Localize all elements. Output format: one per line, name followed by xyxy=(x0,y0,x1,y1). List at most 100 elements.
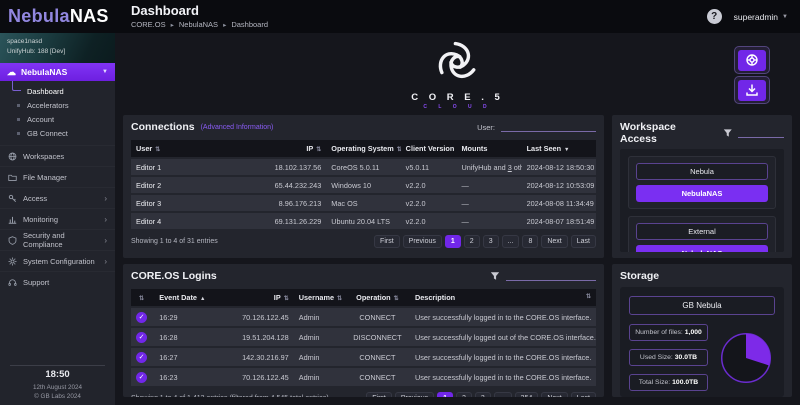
success-check-icon: ✓ xyxy=(136,311,147,323)
sort-icon[interactable]: ⇅ xyxy=(586,293,591,300)
workspace-filter-input[interactable] xyxy=(738,128,784,138)
column-operating-system[interactable]: Operating System ⇅ xyxy=(326,140,401,157)
folder-icon xyxy=(8,174,17,181)
sidebar-submenu: Dashboard Accelerators Account GB Connec… xyxy=(0,81,115,145)
sort-icon[interactable]: ⇅ xyxy=(155,147,160,153)
page-ellipsis: ... xyxy=(501,235,520,248)
workspace-access-panel: Workspace Access Nebula NebulaNAS Extern… xyxy=(612,115,792,258)
workspace-button[interactable]: Nebula xyxy=(636,163,768,180)
page-number-button[interactable]: 3 xyxy=(474,392,491,397)
sort-icon[interactable]: ⇅ xyxy=(337,296,342,302)
shield-icon xyxy=(8,235,17,245)
sort-icon[interactable]: ⇅ xyxy=(139,296,144,302)
page-number-button[interactable]: 354 xyxy=(514,392,539,397)
page-first-button[interactable]: First xyxy=(374,235,400,248)
download-client-button[interactable] xyxy=(734,76,770,104)
page-next-button[interactable]: Next xyxy=(541,392,568,397)
storage-stats: Number of files: 1,000 Used Size: 30.0TB T… xyxy=(629,324,708,391)
sort-desc-icon[interactable]: ▼ xyxy=(564,147,569,153)
column-operation[interactable]: Operation ⇅ xyxy=(344,289,410,306)
connection-row[interactable]: Editor 2 65.44.232.243 Windows 10 v2.2.0… xyxy=(131,177,596,193)
stat-total-size: Total Size: 100.0TB xyxy=(629,374,708,391)
column-last-seen[interactable]: Last Seen ▼ xyxy=(521,140,596,157)
column-client-version[interactable]: Client Version⇅ xyxy=(400,140,457,157)
page-number-button[interactable]: 1 xyxy=(444,235,461,248)
sort-icon[interactable]: ⇅ xyxy=(394,296,399,302)
sidebar-item-label: Security and Compliance xyxy=(23,231,65,249)
page-previous-button[interactable]: Previous xyxy=(394,392,435,397)
page-last-button[interactable]: Last xyxy=(570,235,596,248)
login-row[interactable]: ✓ 16:27 142.30.216.97 Admin CONNECT User… xyxy=(131,348,596,366)
sidebar-item-gb-connect[interactable]: GB Connect xyxy=(0,126,115,140)
column-user[interactable]: User ⇅ xyxy=(131,140,252,157)
filter-funnel-icon[interactable] xyxy=(723,128,733,138)
page-previous-button[interactable]: Previous xyxy=(402,235,442,248)
breadcrumb-dashboard[interactable]: Dashboard xyxy=(231,20,268,29)
sidebar-item-access[interactable]: Access › xyxy=(0,187,115,208)
page-number-button[interactable]: 3 xyxy=(482,235,499,248)
logins-filter-input[interactable] xyxy=(506,271,596,281)
sort-icon[interactable]: ⇅ xyxy=(316,147,321,153)
sort-icon[interactable]: ⇅ xyxy=(284,296,289,302)
connection-row[interactable]: Editor 3 8.96.176.213 Mac OS v2.2.0 — 20… xyxy=(131,195,596,211)
core5-triskelion-icon xyxy=(439,41,476,78)
sidebar-item-security-and-compliance[interactable]: Security and Compliance › xyxy=(0,229,115,250)
sort-asc-icon[interactable]: ▲ xyxy=(200,296,205,302)
logins-title: CORE.OS Logins xyxy=(131,270,217,282)
advanced-information-link[interactable]: (Advanced Information) xyxy=(201,124,274,131)
sidebar-root-label: NebulaNAS xyxy=(21,67,68,77)
chevron-down-icon: ▼ xyxy=(102,69,108,75)
login-row[interactable]: ✓ 16:28 19.51.204.128 Admin DISCONNECT U… xyxy=(131,328,596,346)
sort-icon[interactable]: ⇅ xyxy=(397,147,401,153)
column-ip[interactable]: IP ⇅ xyxy=(219,289,294,306)
app-logo[interactable]: Nebula NAS xyxy=(0,0,115,33)
column-ip[interactable]: IP ⇅ xyxy=(251,140,327,157)
connection-row[interactable]: Editor 4 69.131.26.229 Ubuntu 20.04 LTS … xyxy=(131,213,596,229)
page-last-button[interactable]: Last xyxy=(570,392,596,397)
sidebar-footer: 18:50 12th August 2024 © GB Labs 2024 xyxy=(0,365,115,405)
sidebar-item-system-configuration[interactable]: System Configuration › xyxy=(0,250,115,271)
sidebar-item-label: Account xyxy=(27,114,55,124)
user-menu[interactable]: superadmin ▼ xyxy=(734,12,788,22)
column-description[interactable]: Description ⇅ xyxy=(409,289,596,306)
logins-table: ⇅ Event Date ▲ IP ⇅ Username ⇅ Operation ⇅ D… xyxy=(131,287,596,388)
sidebar-item-dashboard[interactable]: Dashboard xyxy=(0,81,115,98)
globe-icon xyxy=(8,152,17,160)
sidebar-item-monitoring[interactable]: Monitoring › xyxy=(0,208,115,229)
sidebar-item-support[interactable]: Support xyxy=(0,271,115,292)
page-first-button[interactable]: First xyxy=(366,392,392,397)
sidebar-item-account[interactable]: Account xyxy=(0,112,115,126)
workspace-button[interactable]: External xyxy=(636,223,768,240)
page-next-button[interactable]: Next xyxy=(541,235,568,248)
column-username[interactable]: Username ⇅ xyxy=(293,289,345,306)
page-number-button[interactable]: 2 xyxy=(463,235,480,248)
remote-support-button[interactable] xyxy=(734,46,770,74)
breadcrumb-coreos[interactable]: CORE.OS xyxy=(131,20,166,29)
user-filter-input[interactable] xyxy=(501,122,596,132)
sidebar-item-file-manager[interactable]: File Manager xyxy=(0,166,115,187)
login-row[interactable]: ✓ 16:29 70.126.122.45 Admin CONNECT User… xyxy=(131,308,596,326)
header-right: ? superadmin ▼ xyxy=(706,0,800,33)
column-mounts[interactable]: Mounts xyxy=(456,140,522,157)
core5-logo: C O R E . 5 C L O U D xyxy=(411,33,504,115)
breadcrumb-nebulanas[interactable]: NebulaNAS xyxy=(179,20,218,29)
login-row[interactable]: ✓ 16:23 70.126.122.45 Admin CONNECT User… xyxy=(131,368,596,386)
filter-funnel-icon[interactable] xyxy=(490,271,500,281)
workspace-grant-button[interactable]: NebulaNAS xyxy=(636,245,768,252)
connection-row[interactable]: Editor 1 18.102.137.56 CoreOS 5.0.11 v5.… xyxy=(131,159,596,175)
storage-card: GB Nebula Number of files: 1,000 Used Siz… xyxy=(620,287,784,397)
sidebar-item-nebulanas[interactable]: ☁ NebulaNAS ▼ xyxy=(0,63,115,81)
page-number-button[interactable]: 2 xyxy=(456,392,472,397)
column-status[interactable]: ⇅ xyxy=(131,289,155,306)
column-event-date[interactable]: Event Date ▲ xyxy=(154,289,220,306)
workspace-grant-button[interactable]: NebulaNAS xyxy=(636,185,768,202)
connections-summary: Showing 1 to 4 of 31 entries xyxy=(131,238,218,245)
sidebar-item-workspaces[interactable]: Workspaces xyxy=(0,145,115,166)
page-number-button[interactable]: 8 xyxy=(522,235,539,248)
help-icon[interactable]: ? xyxy=(706,9,722,24)
success-check-icon: ✓ xyxy=(136,351,147,363)
volume-button[interactable]: GB Nebula xyxy=(629,296,775,315)
lifebuoy-icon xyxy=(746,54,758,66)
sidebar-item-accelerators[interactable]: Accelerators xyxy=(0,98,115,112)
page-number-button[interactable]: 1 xyxy=(437,392,454,397)
